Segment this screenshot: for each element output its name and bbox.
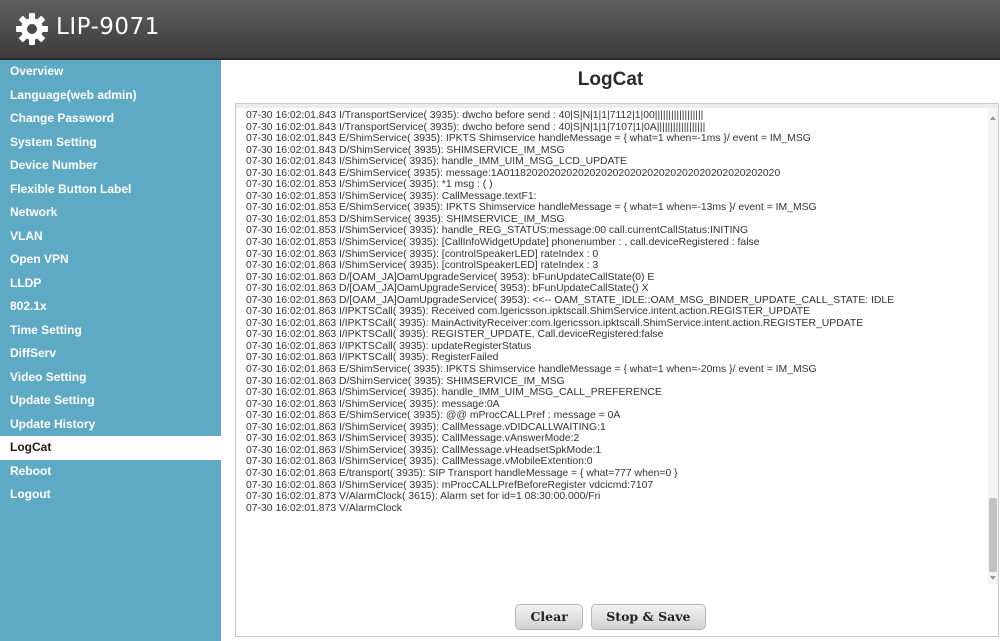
sidebar-item-open-vpn[interactable]: Open VPN bbox=[0, 248, 221, 272]
log-line: 07-30 16:02:01.863 I/IPKTSCall( 3935): M… bbox=[246, 317, 864, 329]
log-text: 07-30 16:02:01.843 I/TransportService( 3… bbox=[246, 110, 981, 514]
scroll-thumb[interactable] bbox=[989, 498, 997, 572]
scroll-down-arrow-icon[interactable] bbox=[990, 576, 996, 580]
sidebar-nav: Overview Language(web admin) Change Passwo… bbox=[0, 60, 221, 641]
log-line: 07-30 16:02:01.863 E/transport( 3935): S… bbox=[246, 467, 678, 479]
log-line: 07-30 16:02:01.863 I/IPKTSCall( 3935): u… bbox=[246, 340, 532, 352]
log-line: 07-30 16:02:01.863 I/ShimService( 3935):… bbox=[246, 444, 602, 456]
log-line: 07-30 16:02:01.853 I/ShimService( 3935):… bbox=[246, 190, 537, 202]
sidebar-item-device-number[interactable]: Device Number bbox=[0, 154, 221, 178]
scroll-up-arrow-icon[interactable] bbox=[990, 116, 996, 120]
sidebar-item-change-password[interactable]: Change Password bbox=[0, 107, 221, 131]
log-line: 07-30 16:02:01.863 I/ShimService( 3935):… bbox=[246, 456, 593, 468]
log-line: 07-30 16:02:01.853 I/ShimService( 3935):… bbox=[246, 179, 493, 191]
log-line: 07-30 16:02:01.863 I/ShimService( 3935):… bbox=[246, 248, 599, 260]
sidebar-item-network[interactable]: Network bbox=[0, 201, 221, 225]
log-line: 07-30 16:02:01.863 I/ShimService( 3935):… bbox=[246, 398, 500, 410]
sidebar-item-update-history[interactable]: Update History bbox=[0, 413, 221, 437]
log-scrollbar[interactable] bbox=[988, 108, 998, 584]
product-title: LIP-9071 bbox=[56, 14, 160, 40]
sidebar-item-logout[interactable]: Logout bbox=[0, 483, 221, 507]
log-line: 07-30 16:02:01.863 I/ShimService( 3935):… bbox=[246, 421, 606, 433]
action-buttons: Clear Stop & Save bbox=[221, 604, 1000, 630]
log-line: 07-30 16:02:01.843 I/TransportService( 3… bbox=[246, 110, 704, 121]
log-line: 07-30 16:02:01.863 I/IPKTSCall( 3935): R… bbox=[246, 329, 664, 341]
log-line: 07-30 16:02:01.853 I/ShimService( 3935):… bbox=[246, 237, 760, 249]
log-line: 07-30 16:02:01.843 I/ShimService( 3935):… bbox=[246, 156, 627, 168]
log-line: 07-30 16:02:01.853 E/ShimService( 3935):… bbox=[246, 202, 817, 214]
clear-button[interactable]: Clear bbox=[515, 604, 583, 630]
log-line: 07-30 16:02:01.853 I/ShimService( 3935):… bbox=[246, 225, 749, 237]
main-content: LogCat 07-30 16:02:01.843 I/TransportSer… bbox=[221, 60, 1000, 641]
log-line: 07-30 16:02:01.843 E/ShimService( 3935):… bbox=[246, 167, 781, 179]
log-line: 07-30 16:02:01.863 I/ShimService( 3935):… bbox=[246, 479, 654, 491]
sidebar-item-language-web-admin[interactable]: Language(web admin) bbox=[0, 84, 221, 108]
logcat-output-box[interactable]: 07-30 16:02:01.843 I/TransportService( 3… bbox=[235, 103, 999, 637]
sidebar-item-flexible-button-label[interactable]: Flexible Button Label bbox=[0, 178, 221, 202]
sidebar-item-video-setting[interactable]: Video Setting bbox=[0, 366, 221, 390]
sidebar-item-overview[interactable]: Overview bbox=[0, 60, 221, 84]
sidebar-item-logcat[interactable]: LogCat bbox=[0, 436, 221, 460]
sidebar-item-system-setting[interactable]: System Setting bbox=[0, 131, 221, 155]
log-line: 07-30 16:02:01.873 V/AlarmClock bbox=[246, 502, 402, 514]
sidebar-item-update-setting[interactable]: Update Setting bbox=[0, 389, 221, 413]
log-line: 07-30 16:02:01.863 D/[OAM_JA]OamUpgradeS… bbox=[246, 283, 649, 295]
sidebar-item-diffserv[interactable]: DiffServ bbox=[0, 342, 221, 366]
log-line: 07-30 16:02:01.863 D/[OAM_JA]OamUpgradeS… bbox=[246, 294, 895, 306]
log-line: 07-30 16:02:01.863 D/[OAM_JA]OamUpgradeS… bbox=[246, 271, 655, 283]
gear-icon bbox=[16, 13, 48, 45]
log-line: 07-30 16:02:01.863 I/ShimService( 3935):… bbox=[246, 433, 580, 445]
logbox-top-border bbox=[236, 104, 998, 108]
log-line: 07-30 16:02:01.863 E/ShimService( 3935):… bbox=[246, 364, 817, 376]
log-line: 07-30 16:02:01.863 I/IPKTSCall( 3935): R… bbox=[246, 306, 811, 318]
log-line: 07-30 16:02:01.853 D/ShimService( 3935):… bbox=[246, 213, 565, 225]
log-line: 07-30 16:02:01.863 I/ShimService( 3935):… bbox=[246, 387, 662, 399]
log-line: 07-30 16:02:01.863 I/IPKTSCall( 3935): R… bbox=[246, 352, 499, 364]
sidebar-item-reboot[interactable]: Reboot bbox=[0, 460, 221, 484]
log-line: 07-30 16:02:01.863 I/ShimService( 3935):… bbox=[246, 260, 599, 272]
stop-save-button[interactable]: Stop & Save bbox=[591, 604, 706, 630]
sidebar-item-vlan[interactable]: VLAN bbox=[0, 225, 221, 249]
log-line: 07-30 16:02:01.843 E/ShimService( 3935):… bbox=[246, 133, 811, 145]
log-line: 07-30 16:02:01.873 V/AlarmClock( 3615): … bbox=[246, 491, 601, 503]
sidebar-item-lldp[interactable]: LLDP bbox=[0, 272, 221, 296]
log-line: 07-30 16:02:01.843 D/ShimService( 3935):… bbox=[246, 144, 565, 156]
top-header-bar: LIP-9071 bbox=[0, 0, 1000, 60]
log-line: 07-30 16:02:01.863 E/ShimService( 3935):… bbox=[246, 410, 621, 422]
sidebar-item-802-1x[interactable]: 802.1x bbox=[0, 295, 221, 319]
sidebar-item-time-setting[interactable]: Time Setting bbox=[0, 319, 221, 343]
log-line: 07-30 16:02:01.843 I/TransportService( 3… bbox=[246, 121, 706, 133]
log-line: 07-30 16:02:01.863 D/ShimService( 3935):… bbox=[246, 375, 565, 387]
page-title: LogCat bbox=[577, 69, 644, 90]
